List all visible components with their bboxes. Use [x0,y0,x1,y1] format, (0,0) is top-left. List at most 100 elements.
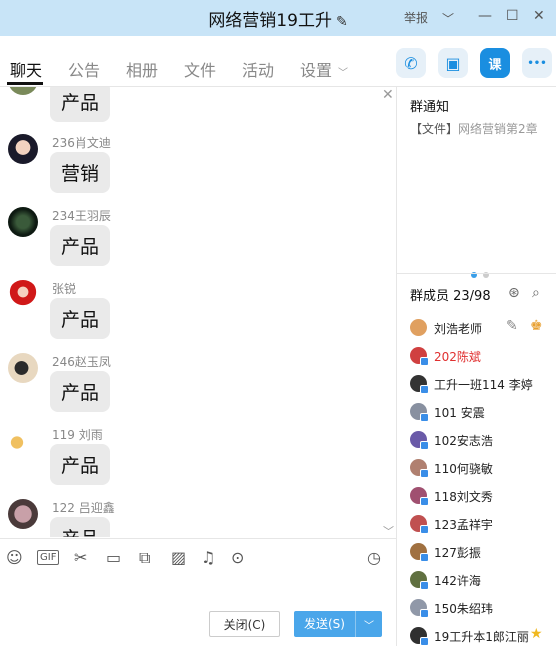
screenshot-icon[interactable]: ⧉ [139,548,150,568]
member-row[interactable]: 150朱绍玮 [410,596,550,618]
member-name: 102安志浩 [434,434,493,448]
member-row[interactable]: 102安志浩 [410,428,550,450]
sender-name: 张锐 [52,282,77,296]
close-button[interactable]: 关闭(C) [209,611,280,637]
close-icon[interactable]: ✕ [382,87,394,103]
chevron-down-icon[interactable]: ﹀ [356,617,382,632]
message-bubble[interactable]: 产品 [50,298,111,339]
star-icon: ★ [530,626,543,642]
video-call-button[interactable]: ▣ [438,48,468,78]
tab-album[interactable]: 相册 [126,57,158,81]
member-row[interactable]: 刘浩老师 ✎ ♚ [410,316,550,338]
avatar[interactable] [410,319,427,336]
mobile-status-icon [420,525,429,534]
member-name: 工升一班114 李婷 [434,378,533,392]
gif-icon[interactable]: GIF [37,550,60,565]
avatar[interactable] [8,280,38,310]
minimize-icon[interactable]: — [478,8,492,24]
chat-message-list[interactable]: ✕ 产品 236肖文迪 营销 234王羽辰 产品 张锐 产品 246赵玉凤 产品… [0,87,396,537]
member-row[interactable]: 127彭振 [410,540,550,562]
mobile-status-icon [420,469,429,478]
close-icon[interactable]: ✕ [533,8,545,24]
chevron-down-icon[interactable]: ﹀ [383,523,394,537]
mobile-status-icon [420,441,429,450]
avatar[interactable] [8,134,38,164]
member-row[interactable]: 123孟祥宇 [410,512,550,534]
members-setting-icon[interactable]: ⊛ [508,285,520,301]
scissors-icon[interactable]: ✂ [74,548,87,567]
sender-name: 234王羽辰 [52,209,111,223]
message-bubble[interactable]: 产品 [50,225,111,266]
mobile-status-icon [420,357,429,366]
window-title: 网络营销19工升 ✎ [0,6,556,31]
tab-activities[interactable]: 活动 [242,57,274,81]
tab-settings-label: 设置 [300,61,333,80]
message-bubble[interactable]: 产品 [50,444,111,485]
avatar[interactable] [8,499,38,529]
more-icon: ••• [527,57,547,69]
chevron-down-icon[interactable]: ﹀ [442,10,454,27]
sender-name: 236肖文迪 [52,136,111,150]
sender-name: 246赵玉凤 [52,355,111,369]
message-bubble[interactable]: 产品 [50,371,111,412]
history-clock-icon[interactable]: ◷ [367,548,381,567]
more-button[interactable]: ••• [522,48,552,78]
member-name: 123孟祥宇 [434,518,493,532]
video-icon: ▣ [445,53,461,73]
folder-icon[interactable]: ▭ [106,548,121,567]
bell-icon[interactable]: ♫ [201,548,215,567]
chevron-down-icon: ﹀ [338,68,349,79]
tab-settings[interactable]: 设置 ﹀ [300,57,348,81]
voice-call-button[interactable]: ✆ [396,48,426,78]
message-bubble[interactable]: 产品 [50,87,111,122]
mobile-status-icon [420,581,429,590]
send-button[interactable]: 发送(S) ﹀ [294,611,382,637]
edit-icon[interactable]: ✎ [336,14,348,30]
group-name: 网络营销19工升 [208,11,332,31]
member-name: 刘浩老师 [434,322,483,336]
member-row[interactable]: 工升一班114 李婷 [410,372,550,394]
more-icon[interactable]: ⊙ [231,548,244,567]
member-name: 127彭振 [434,546,481,560]
members-count: 群成员 23/98 [410,289,491,304]
member-row[interactable]: 19工升本1郎江丽 ★ [410,624,550,646]
mobile-status-icon [420,497,429,506]
avatar[interactable] [8,87,38,95]
edit-icon[interactable]: ✎ [506,318,518,334]
member-row[interactable]: 202陈斌 [410,344,550,366]
mobile-status-icon [420,385,429,394]
message-bubble[interactable]: 产品 [50,517,111,537]
member-row[interactable]: 118刘文秀 [410,484,550,506]
member-row[interactable]: 142许海 [410,568,550,590]
notice-file[interactable]: 【文件】网络营销第2章 [410,120,550,137]
lesson-button[interactable]: 课 [480,48,510,78]
tab-chat[interactable]: 聊天 [10,57,42,81]
report-button[interactable]: 举报 [404,9,428,26]
phone-icon: ✆ [404,53,418,73]
title-bar: 网络营销19工升 ✎ 举报 ﹀ — ☐ ✕ [0,0,556,36]
member-name: 118刘文秀 [434,490,493,504]
avatar[interactable] [8,207,38,237]
group-notice[interactable]: 群通知 【文件】网络营销第2章 [397,87,556,278]
send-label[interactable]: 发送(S) [294,611,356,637]
tab-files[interactable]: 文件 [184,57,216,81]
member-name: 19工升本1郎江丽 [434,630,529,644]
mobile-status-icon [420,609,429,618]
maximize-icon[interactable]: ☐ [506,8,519,24]
message-bubble[interactable]: 营销 [50,152,111,193]
avatar[interactable] [8,353,38,383]
notice-title: 群通知 [410,100,450,115]
search-icon[interactable]: ⌕ [532,285,540,301]
member-row[interactable]: 101 安震 [410,400,550,422]
members-divider [397,273,556,274]
member-row[interactable]: 110何骁敏 [410,456,550,478]
member-name: 110何骁敏 [434,462,493,476]
tab-bar: 聊天 公告 相册 文件 活动 设置 ﹀ ✆ ▣ 课 ••• [0,36,556,86]
member-name: 202陈斌 [434,350,481,364]
emoji-icon[interactable]: ☺ [6,548,23,567]
mobile-status-icon [420,637,429,646]
image-icon[interactable]: ▨ [171,548,186,567]
avatar[interactable] [8,426,38,456]
tab-announcements[interactable]: 公告 [68,57,100,81]
file-name: 网络营销第2章 [458,122,538,136]
